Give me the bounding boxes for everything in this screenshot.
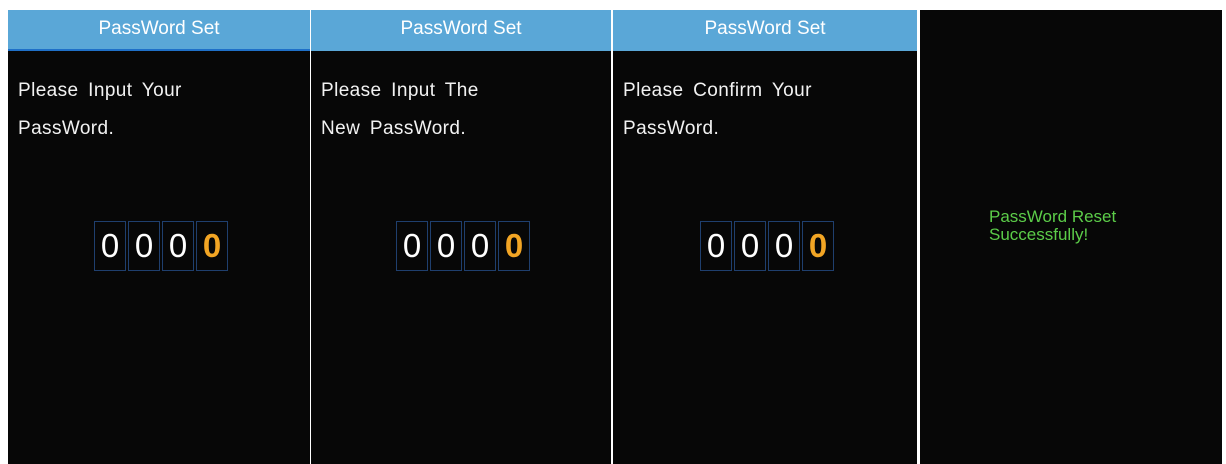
prompt-text: Please Input The New PassWord. (321, 72, 479, 148)
prompt-line-2: PassWord. (18, 118, 115, 139)
screen-title: PassWord Set (311, 10, 611, 51)
password-digit-4-active[interactable]: 0 (196, 221, 228, 271)
password-digit-2[interactable]: 0 (734, 221, 766, 271)
prompt-text: Please Confirm Your PassWord. (623, 72, 812, 148)
prompt-line-2: PassWord. (623, 118, 720, 139)
prompt-line-1: Please Input The (321, 80, 479, 101)
password-digit-1[interactable]: 0 (700, 221, 732, 271)
password-digit-4-active[interactable]: 0 (498, 221, 530, 271)
prompt-text: Please Input Your PassWord. (18, 72, 182, 148)
prompt-line-1: Please Input Your (18, 80, 182, 101)
screen-title: PassWord Set (613, 10, 917, 51)
password-digit-entry[interactable]: 0 0 0 0 (94, 221, 230, 271)
password-digit-entry[interactable]: 0 0 0 0 (700, 221, 836, 271)
success-line-2: Successfully! (989, 225, 1089, 244)
password-input-screen: PassWord Set Please Input Your PassWord.… (8, 10, 310, 464)
confirm-password-screen: PassWord Set Please Confirm Your PassWor… (613, 10, 917, 464)
prompt-line-1: Please Confirm Your (623, 80, 812, 101)
new-password-screen: PassWord Set Please Input The New PassWo… (311, 10, 611, 464)
success-message: PassWord Reset Successfully! (989, 208, 1116, 244)
password-digit-3[interactable]: 0 (464, 221, 496, 271)
password-digit-entry[interactable]: 0 0 0 0 (396, 221, 532, 271)
password-digit-2[interactable]: 0 (430, 221, 462, 271)
success-line-1: PassWord Reset (989, 207, 1117, 226)
screen-title: PassWord Set (8, 10, 310, 51)
password-digit-1[interactable]: 0 (94, 221, 126, 271)
password-digit-2[interactable]: 0 (128, 221, 160, 271)
password-digit-4-active[interactable]: 0 (802, 221, 834, 271)
password-digit-3[interactable]: 0 (768, 221, 800, 271)
password-digit-1[interactable]: 0 (396, 221, 428, 271)
password-digit-3[interactable]: 0 (162, 221, 194, 271)
reset-success-screen: PassWord Reset Successfully! (920, 10, 1222, 464)
prompt-line-2: New PassWord. (321, 118, 467, 139)
